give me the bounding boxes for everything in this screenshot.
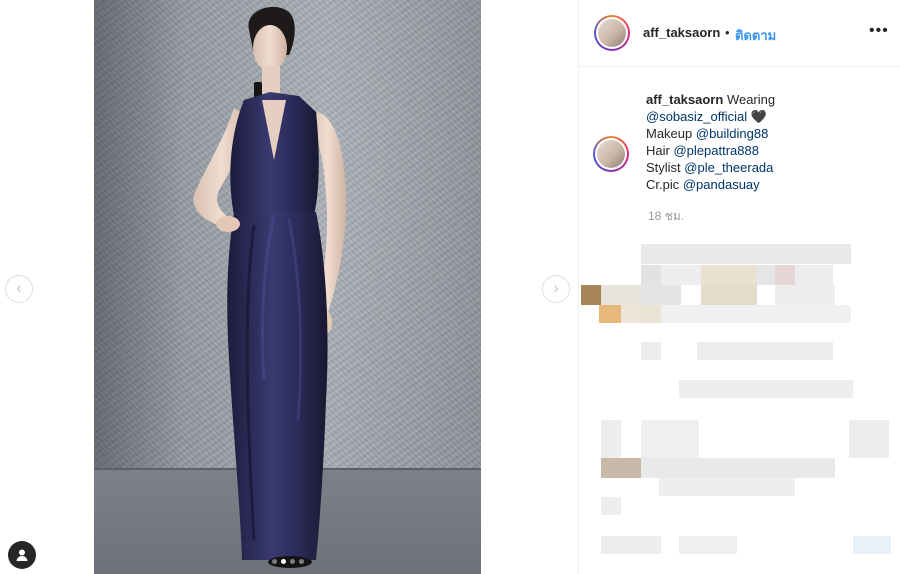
mention-brand[interactable]: @sobasiz_official (646, 109, 747, 124)
blur-block (661, 265, 701, 285)
stylist-label: Stylist (646, 160, 681, 175)
blur-block (641, 420, 699, 458)
avatar-ring (596, 17, 628, 49)
blur-block (601, 285, 641, 305)
blur-block (641, 305, 661, 323)
hair-label: Hair (646, 143, 670, 158)
blur-block (601, 497, 621, 515)
credit-label: Cr.pic (646, 177, 680, 192)
blur-block (775, 265, 795, 285)
slide-dot (272, 559, 277, 564)
post-timestamp: 18 ชม. (648, 209, 685, 223)
mention-makeup[interactable]: @building88 (696, 126, 768, 141)
more-options-icon[interactable]: ••• (869, 22, 889, 40)
blur-block (775, 285, 835, 305)
caption-intro: Wearing (726, 92, 776, 107)
blur-block (601, 420, 621, 458)
caption-line-1: aff_taksaorn Wearing (646, 91, 886, 108)
caption-line-4: Hair @plepattra888 (646, 142, 886, 159)
header-separator: • (725, 25, 730, 40)
post-caption: aff_taksaorn Wearing @sobasiz_official 🖤… (646, 91, 886, 193)
blur-block (601, 458, 641, 478)
post-photo[interactable] (94, 0, 481, 574)
mention-credit[interactable]: @pandasuay (683, 177, 760, 192)
slide-dot (281, 559, 286, 564)
blur-block (697, 342, 833, 360)
blur-block (641, 342, 661, 360)
post-header: aff_taksaorn • ติดตาม ••• (579, 0, 900, 67)
blur-block (679, 380, 853, 398)
header-username[interactable]: aff_taksaorn (643, 25, 720, 40)
previous-slide-button[interactable]: ‹ (6, 276, 32, 302)
heart-emoji-icon: 🖤 (750, 109, 767, 124)
avatar-ring (595, 138, 627, 170)
mention-stylist[interactable]: @ple_theerada (684, 160, 773, 175)
caption-line-3: Makeup @building88 (646, 125, 886, 142)
blur-block (641, 265, 661, 285)
blur-block (849, 420, 889, 458)
blur-block (701, 285, 757, 305)
photo-viewer: ‹ › (0, 0, 578, 574)
avatar-image (598, 19, 626, 47)
caption-line-6: Cr.pic @pandasuay (646, 176, 886, 193)
blur-block (581, 285, 601, 305)
mention-hair[interactable]: @plepattra888 (673, 143, 758, 158)
blur-block (641, 244, 851, 264)
follow-button[interactable]: ติดตาม (735, 25, 776, 46)
blur-block (701, 265, 757, 285)
slide-dot (290, 559, 295, 564)
blur-block (795, 265, 833, 285)
model-figure (193, 6, 347, 568)
chevron-left-icon: ‹ (16, 280, 22, 297)
blur-block (621, 305, 641, 323)
slide-indicator (272, 559, 304, 564)
blur-block (599, 305, 621, 323)
blur-block (659, 478, 795, 496)
blur-block (853, 536, 891, 554)
blur-block (661, 305, 851, 323)
blur-block (641, 458, 835, 478)
user-tag-button[interactable] (8, 541, 36, 569)
caption-line-5: Stylist @ple_theerada (646, 159, 886, 176)
blur-block (601, 536, 661, 554)
blur-block (757, 265, 775, 285)
post-panel: aff_taksaorn • ติดตาม ••• aff_taksaorn W… (578, 0, 900, 574)
user-tag-icon (16, 549, 28, 561)
avatar-image (597, 140, 625, 168)
blur-block (679, 536, 737, 554)
slide-dot (299, 559, 304, 564)
chevron-right-icon: › (553, 280, 559, 297)
header-avatar[interactable] (594, 15, 630, 51)
caption-username[interactable]: aff_taksaorn (646, 92, 723, 107)
next-slide-button[interactable]: › (543, 276, 569, 302)
caption-line-2: @sobasiz_official 🖤 (646, 108, 886, 125)
makeup-label: Makeup (646, 126, 693, 141)
blur-block (641, 285, 681, 305)
caption-avatar[interactable] (593, 136, 629, 172)
